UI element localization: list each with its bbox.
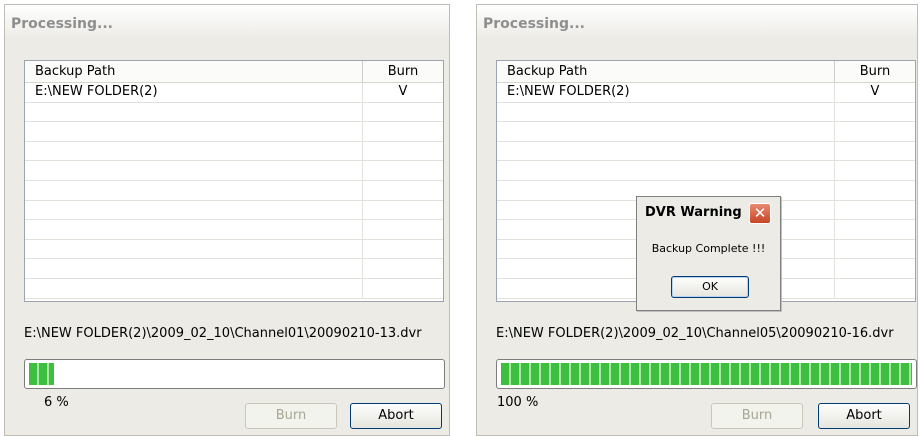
table-row[interactable] bbox=[25, 239, 443, 260]
row-backup-path bbox=[497, 161, 835, 180]
table-row[interactable] bbox=[25, 122, 443, 142]
window-title: Processing... bbox=[477, 5, 917, 39]
row-burn-flag bbox=[835, 220, 915, 239]
row-burn-flag bbox=[363, 103, 443, 122]
table-row[interactable] bbox=[497, 161, 915, 181]
row-burn-flag bbox=[363, 279, 443, 298]
row-backup-path bbox=[25, 122, 363, 141]
backup-path-table: Backup Path Burn E:\NEW FOLDER(2) V bbox=[24, 60, 444, 302]
table-row[interactable] bbox=[497, 141, 915, 162]
row-burn-flag bbox=[835, 142, 915, 161]
header-burn[interactable]: Burn bbox=[835, 61, 915, 82]
row-backup-path bbox=[25, 220, 363, 239]
row-burn-flag bbox=[835, 279, 915, 298]
row-burn-flag bbox=[835, 122, 915, 141]
table-row[interactable] bbox=[497, 102, 915, 123]
dvr-warning-dialog: DVR Warning ✕ Backup Complete !!! OK bbox=[636, 196, 781, 311]
table-row[interactable]: E:\NEW FOLDER(2) V bbox=[497, 83, 915, 103]
table-row[interactable] bbox=[25, 161, 443, 181]
row-backup-path bbox=[25, 278, 363, 298]
progress-bar bbox=[24, 359, 445, 389]
dialog-message: Backup Complete !!! bbox=[651, 242, 766, 255]
row-backup-path: E:\NEW FOLDER(2) bbox=[25, 83, 363, 102]
table-row[interactable] bbox=[25, 259, 443, 279]
table-header: Backup Path Burn bbox=[25, 61, 443, 83]
progress-fill bbox=[29, 363, 54, 385]
row-burn-flag bbox=[835, 240, 915, 259]
table-row[interactable] bbox=[25, 278, 443, 299]
row-burn-flag: V bbox=[398, 84, 408, 99]
row-burn-flag bbox=[363, 220, 443, 239]
burn-button[interactable]: Burn bbox=[711, 403, 803, 429]
table-row[interactable] bbox=[25, 180, 443, 201]
table-row[interactable] bbox=[497, 122, 915, 142]
row-backup-path bbox=[25, 102, 363, 122]
row-burn-flag: V bbox=[870, 84, 880, 99]
abort-button[interactable]: Abort bbox=[350, 403, 442, 429]
ok-button[interactable]: OK bbox=[671, 276, 749, 298]
header-burn[interactable]: Burn bbox=[363, 61, 443, 82]
progress-bar bbox=[496, 359, 917, 389]
row-burn-flag bbox=[835, 161, 915, 180]
row-backup-path bbox=[25, 259, 363, 278]
progress-percent: 100 % bbox=[497, 395, 539, 410]
row-burn-flag bbox=[835, 181, 915, 200]
row-backup-path bbox=[497, 141, 835, 161]
row-burn-flag bbox=[363, 161, 443, 180]
row-backup-path bbox=[497, 102, 835, 122]
row-backup-path bbox=[25, 161, 363, 180]
row-burn-flag bbox=[363, 240, 443, 259]
row-backup-path bbox=[497, 122, 835, 141]
header-backup-path[interactable]: Backup Path bbox=[497, 61, 835, 82]
row-burn-flag bbox=[835, 103, 915, 122]
abort-button[interactable]: Abort bbox=[818, 403, 910, 429]
progress-percent: 6 % bbox=[44, 395, 69, 410]
processing-window-left: Processing... Backup Path Burn E:\NEW FO… bbox=[4, 4, 450, 436]
current-file-path: E:\NEW FOLDER(2)\2009_02_10\Channel01\20… bbox=[24, 326, 422, 341]
row-backup-path bbox=[25, 141, 363, 161]
table-row[interactable] bbox=[25, 102, 443, 123]
row-burn-flag bbox=[835, 201, 915, 220]
table-row[interactable] bbox=[25, 141, 443, 162]
table-row[interactable] bbox=[25, 220, 443, 240]
table-row[interactable] bbox=[25, 200, 443, 221]
header-backup-path[interactable]: Backup Path bbox=[25, 61, 363, 82]
table-header: Backup Path Burn bbox=[497, 61, 915, 83]
row-backup-path: E:\NEW FOLDER(2) bbox=[497, 83, 835, 102]
row-backup-path bbox=[25, 239, 363, 259]
current-file-path: E:\NEW FOLDER(2)\2009_02_10\Channel05\20… bbox=[496, 326, 894, 341]
row-backup-path bbox=[25, 200, 363, 220]
burn-button[interactable]: Burn bbox=[245, 403, 337, 429]
close-icon[interactable]: ✕ bbox=[749, 203, 771, 224]
row-burn-flag bbox=[363, 142, 443, 161]
window-title: Processing... bbox=[5, 5, 449, 39]
row-burn-flag bbox=[363, 201, 443, 220]
row-burn-flag bbox=[363, 259, 443, 278]
row-burn-flag bbox=[363, 181, 443, 200]
row-burn-flag bbox=[835, 259, 915, 278]
row-backup-path bbox=[25, 180, 363, 200]
row-burn-flag bbox=[363, 122, 443, 141]
table-row[interactable]: E:\NEW FOLDER(2) V bbox=[25, 83, 443, 103]
progress-fill bbox=[501, 363, 912, 385]
